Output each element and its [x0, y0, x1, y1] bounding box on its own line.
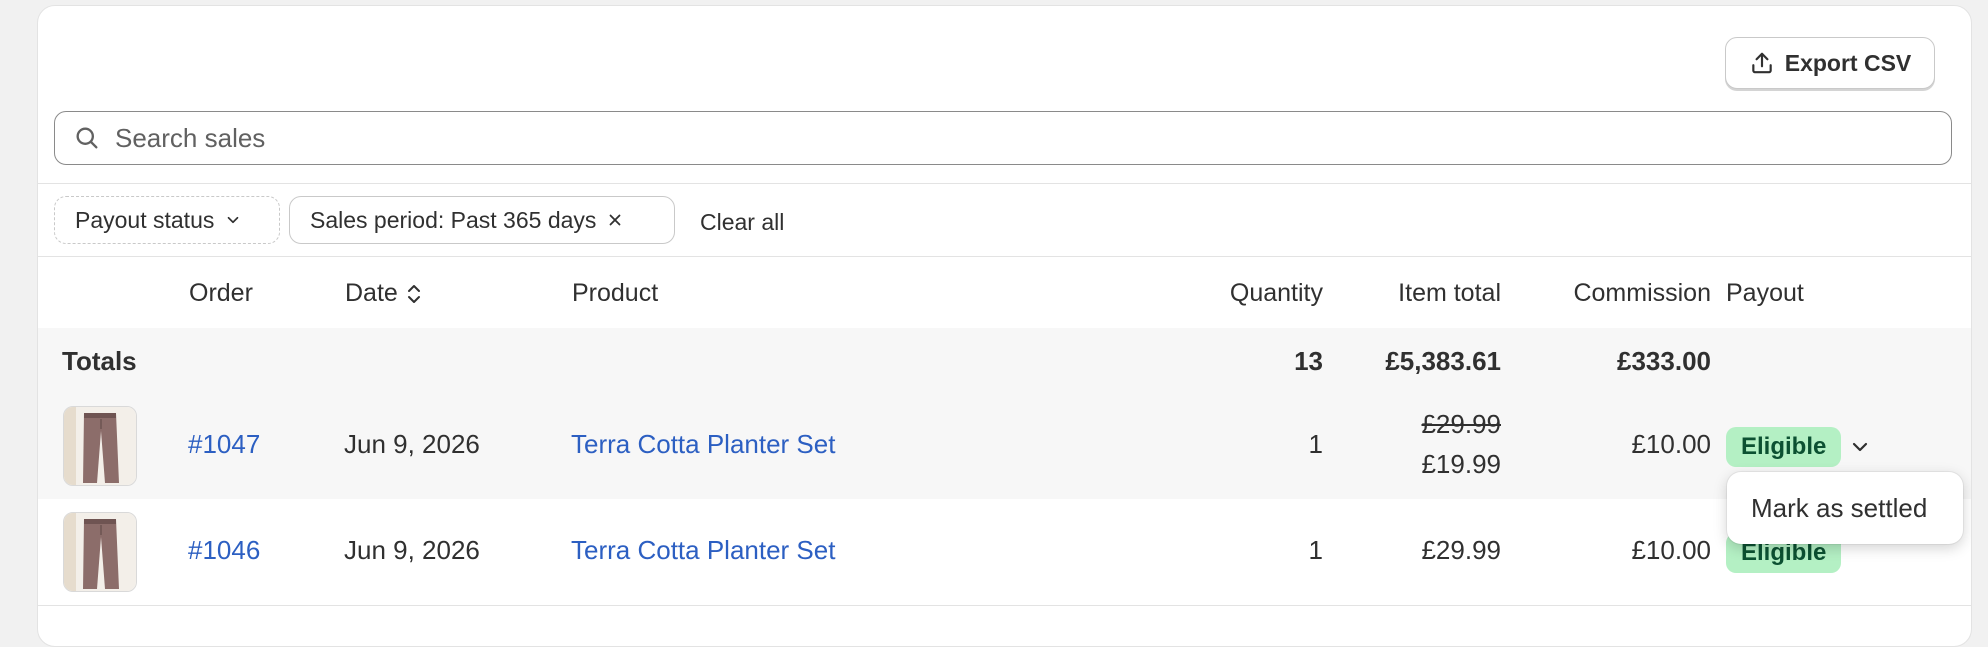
chevron-down-icon[interactable]: [1848, 435, 1872, 459]
export-csv-label: Export CSV: [1784, 49, 1912, 76]
original-price: £29.99: [1421, 409, 1501, 439]
product-thumbnail: [63, 406, 137, 486]
commission-value: £10.00: [1631, 535, 1711, 565]
sales-period-filter-label: Sales period: Past 365 days: [310, 206, 597, 233]
product-link[interactable]: Terra Cotta Planter Set: [571, 429, 835, 460]
product-thumbnail: [63, 512, 137, 592]
chevron-down-icon: [224, 211, 242, 229]
item-total-value: £19.99: [1421, 449, 1501, 479]
totals-label: Totals: [62, 346, 137, 376]
table-row[interactable]: #1046 Jun 9, 2026 Terra Cotta Planter Se…: [38, 499, 1971, 606]
clear-all-button[interactable]: Clear all: [700, 209, 784, 236]
search-icon: [73, 124, 101, 152]
export-csv-button[interactable]: Export CSV: [1725, 37, 1935, 89]
order-link[interactable]: #1047: [188, 429, 260, 460]
mark-as-settled-option[interactable]: Mark as settled: [1727, 472, 1963, 544]
order-date: Jun 9, 2026: [344, 535, 480, 565]
column-header-item-total: Item total: [1398, 279, 1501, 307]
sort-icon[interactable]: [406, 282, 422, 306]
column-header-commission: Commission: [1573, 279, 1711, 307]
close-icon[interactable]: [606, 211, 624, 229]
payout-status-filter-label: Payout status: [75, 206, 215, 233]
column-header-date[interactable]: Date: [345, 279, 422, 308]
search-input[interactable]: [113, 121, 1951, 155]
product-link[interactable]: Terra Cotta Planter Set: [571, 535, 835, 566]
commission-value: £10.00: [1631, 429, 1711, 459]
order-link[interactable]: #1046: [188, 535, 260, 566]
quantity-value: 1: [1308, 429, 1323, 459]
column-header-date-label: Date: [345, 279, 398, 307]
payout-status-badge: Eligible: [1726, 427, 1842, 467]
totals-quantity: 13: [1294, 346, 1323, 376]
column-header-product: Product: [572, 279, 659, 307]
payout-status-filter[interactable]: Payout status: [54, 196, 280, 244]
search-field[interactable]: [54, 111, 1952, 165]
sales-card: Export CSV Payout status Sales period: P…: [37, 5, 1972, 647]
totals-item-total: £5,383.61: [1385, 346, 1501, 376]
table-header: Order Date Product Quantity Item total C…: [38, 256, 1971, 330]
column-header-payout: Payout: [1726, 279, 1804, 307]
quantity-value: 1: [1308, 535, 1323, 565]
table-row[interactable]: #1047 Jun 9, 2026 Terra Cotta Planter Se…: [38, 393, 1971, 500]
totals-row: Totals 13 £5,383.61 £333.00: [38, 328, 1971, 394]
order-date: Jun 9, 2026: [344, 429, 480, 459]
column-header-order: Order: [189, 279, 253, 307]
upload-icon: [1749, 50, 1775, 76]
divider: [38, 183, 1971, 184]
item-total-value: £29.99: [1421, 535, 1501, 565]
sales-period-filter[interactable]: Sales period: Past 365 days: [289, 196, 675, 244]
totals-commission: £333.00: [1617, 346, 1711, 376]
mark-as-settled-label: Mark as settled: [1751, 492, 1928, 523]
column-header-quantity: Quantity: [1229, 279, 1323, 307]
